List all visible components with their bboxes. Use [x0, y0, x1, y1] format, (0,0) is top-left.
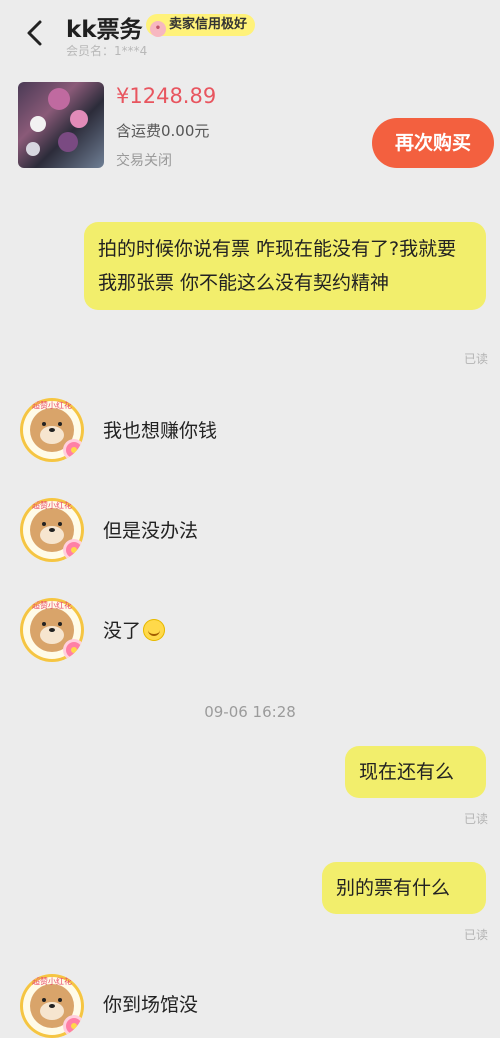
- message-text: 没了: [103, 620, 142, 642]
- dog-nose: [49, 1004, 55, 1008]
- laughing-emoji-icon: [143, 619, 166, 641]
- seller-avatar[interactable]: 超赞小红花: [20, 598, 84, 662]
- chat-header: kk票务 • 卖家信用极好 会员名：1***4: [0, 0, 500, 70]
- order-price: ¥1248.89: [116, 84, 217, 108]
- flower-icon: [66, 642, 82, 658]
- message-text-other[interactable]: 没了: [103, 616, 166, 643]
- seller-avatar[interactable]: 超赞小红花: [20, 974, 84, 1038]
- dog-eye: [58, 422, 62, 426]
- dog-nose: [49, 528, 55, 532]
- seller-credit-label: 卖家信用极好: [169, 17, 248, 32]
- message-timestamp: 09-06 16:28: [204, 703, 296, 721]
- dog-eye: [58, 522, 62, 526]
- seller-avatar[interactable]: 超赞小红花: [20, 498, 84, 562]
- rebuy-button[interactable]: 再次购买: [372, 118, 494, 168]
- read-receipt: 已读: [463, 928, 488, 942]
- dog-eye: [42, 998, 46, 1002]
- flower-icon: [66, 542, 82, 558]
- message-text: 别的票有什么: [336, 877, 451, 899]
- dog-eye: [42, 522, 46, 526]
- message-text-other[interactable]: 但是没办法: [103, 516, 198, 543]
- dog-nose: [49, 428, 55, 432]
- read-receipt: 已读: [463, 352, 488, 366]
- message-bubble-self[interactable]: 别的票有什么: [322, 862, 486, 914]
- avatar-tag: 超赞小红花: [32, 401, 72, 410]
- pig-icon: •: [150, 21, 166, 37]
- member-id: 会员名：1***4: [66, 44, 148, 58]
- message-text-other[interactable]: 你到场馆没: [103, 990, 198, 1017]
- message-text-other[interactable]: 我也想赚你钱: [103, 416, 217, 443]
- chevron-left-icon: [27, 20, 42, 46]
- back-button[interactable]: [18, 16, 52, 50]
- dog-eye: [58, 998, 62, 1002]
- read-receipt: 已读: [463, 812, 488, 826]
- message-bubble-self[interactable]: 现在还有么: [345, 746, 486, 798]
- dog-eye: [42, 422, 46, 426]
- order-status: 交易关闭: [116, 153, 172, 169]
- message-bubble-self[interactable]: 拍的时候你说有票 咋现在能没有了?我就要我那张票 你不能这么没有契约精神: [84, 222, 486, 310]
- avatar-tag: 超赞小红花: [32, 501, 72, 510]
- flower-icon: [66, 442, 82, 458]
- message-text: 拍的时候你说有票 咋现在能没有了?我就要我那张票 你不能这么没有契约精神: [98, 238, 457, 294]
- order-card[interactable]: ¥1248.89 含运费0.00元 交易关闭 再次购买: [0, 70, 500, 182]
- dog-eye: [42, 622, 46, 626]
- message-text: 现在还有么: [359, 761, 455, 783]
- product-thumbnail[interactable]: [18, 82, 104, 168]
- avatar-tag: 超赞小红花: [32, 601, 72, 610]
- avatar-tag: 超赞小红花: [32, 977, 72, 986]
- seller-credit-badge: • 卖家信用极好: [146, 14, 256, 37]
- seller-avatar[interactable]: 超赞小红花: [20, 398, 84, 462]
- dog-nose: [49, 628, 55, 632]
- dog-eye: [58, 622, 62, 626]
- chat-title[interactable]: kk票务: [66, 10, 143, 44]
- flower-icon: [66, 1018, 82, 1034]
- shipping-fee: 含运费0.00元: [116, 122, 210, 140]
